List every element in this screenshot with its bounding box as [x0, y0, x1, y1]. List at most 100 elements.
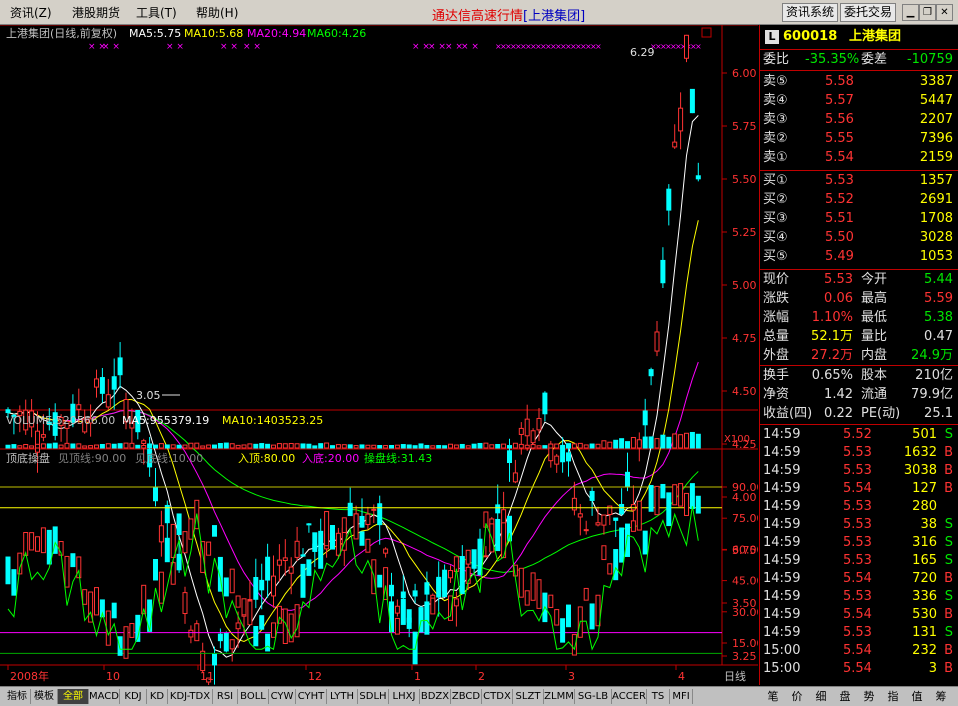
candle [459, 545, 465, 563]
quote-panel: L 600018 上港集团 委比 -35.35% 委差 -10759 卖⑤ 5.5… [759, 25, 958, 685]
ask-label: 卖② [763, 131, 788, 146]
indicator-bar [70, 553, 76, 568]
volume-bar [412, 445, 418, 449]
minimize-icon[interactable]: ▁ [902, 4, 919, 21]
indicator-tab[interactable]: ZLMM [544, 689, 575, 704]
indicator-tab[interactable]: 全部 [58, 689, 89, 704]
info-system-button[interactable]: 资讯系统 [782, 3, 838, 22]
panel-tab[interactable]: 势 [858, 689, 880, 704]
indicator-tab[interactable]: CYHT [296, 689, 327, 704]
candle [276, 544, 282, 582]
indicator-tab[interactable]: KDJ-TDX [168, 689, 213, 704]
indicator-bar [666, 492, 672, 527]
indicator-tab[interactable]: ACCER [612, 689, 647, 704]
close-icon[interactable]: ✕ [936, 4, 953, 21]
ask-row: 卖④ 5.57 5447 [763, 92, 955, 110]
panel-tab[interactable]: 价 [786, 689, 808, 704]
indicator-tab[interactable]: LYTH [327, 689, 358, 704]
date-label: 2 [478, 670, 485, 683]
panel-tab[interactable]: 值 [906, 689, 928, 704]
panel-tab[interactable]: 笔 [762, 689, 784, 704]
indicator-tab[interactable]: MACD [89, 689, 120, 704]
panel-tab[interactable]: 指 [882, 689, 904, 704]
indicator-tab-bar: 指标 模板 全部 MACD KDJ KD KDJ-TDX RSI BOLL CYW CYHT LYTH… [0, 686, 958, 706]
indicator-tab[interactable]: BOLL [238, 689, 269, 704]
menu-item-help[interactable]: 帮助(H) [196, 4, 238, 21]
tick-row: 14:59 5.53 336 S [763, 588, 955, 606]
volume-bar [335, 444, 341, 449]
volume-bar [99, 443, 105, 449]
volume-bar [341, 444, 347, 449]
panel-tab[interactable]: 细 [810, 689, 832, 704]
stat-value: 1.10% [811, 310, 853, 325]
ask-label: 卖③ [763, 112, 788, 127]
indicator-bar [46, 529, 52, 565]
stat-value: 5.38 [924, 310, 953, 325]
indicator-tab[interactable]: LHXJ [389, 689, 420, 704]
volume-bar [442, 445, 448, 449]
indicator-axis: 90.00 75.00 60.00 45.00 30.00 15.00 [722, 481, 758, 650]
tick-price: 5.54 [843, 607, 872, 622]
indicator-tab[interactable]: 模板 [31, 689, 58, 704]
kline-chart[interactable]: 上港集团(日线,前复权) MA5:5.75 MA10:5.68 MA20:4.9… [0, 25, 758, 685]
price-tick-label: 4.50 [732, 385, 757, 398]
tick-row: 15:00 5.54 232 B [763, 642, 955, 660]
indicator-tab[interactable]: SLZT [513, 689, 544, 704]
volume-bar [607, 441, 613, 449]
restore-icon[interactable]: ❐ [919, 4, 936, 21]
indicator-tab[interactable]: SDLH [358, 689, 389, 704]
menu-item-hk-futures[interactable]: 港股期货 [72, 4, 120, 21]
tick-time: 14:59 [763, 553, 801, 568]
tick-side: S [944, 427, 953, 442]
indicator-bar [607, 563, 613, 575]
fundamental-value: 79.9亿 [911, 387, 953, 402]
indicator-tick-label: 15.00 [732, 637, 758, 650]
chart-area[interactable]: 上港集团(日线,前复权) MA5:5.75 MA10:5.68 MA20:4.9… [0, 25, 758, 685]
ask-volume: 3387 [919, 74, 953, 89]
indicator-tab[interactable]: RSI [213, 689, 238, 704]
price-tick-label: 5.25 [732, 226, 757, 239]
trade-button[interactable]: 委托交易 [840, 3, 896, 22]
trade-line [7, 506, 699, 651]
indicator-tab[interactable]: SG-LB [575, 689, 612, 704]
volume-bar [164, 444, 170, 449]
indicator-tab[interactable]: KDJ [120, 689, 147, 704]
volume-bar [282, 443, 288, 449]
indicator-tab[interactable]: BDZX [420, 689, 451, 704]
indicator-bar [430, 597, 436, 615]
date-label: 12 [308, 670, 322, 683]
menu-item-tools[interactable]: 工具(T) [136, 4, 177, 21]
indicator-bar [82, 589, 88, 605]
indicator-tab[interactable]: KD [147, 689, 168, 704]
indicator-tab[interactable]: CTDX [482, 689, 513, 704]
candle [105, 378, 111, 410]
volume-bar [23, 444, 29, 449]
ask-price: 5.54 [825, 150, 854, 165]
signal-mark: × × [166, 42, 184, 52]
indicator-tab[interactable]: MFI [670, 689, 693, 704]
volume-bar [153, 444, 158, 449]
indicator-tab[interactable]: TS [647, 689, 670, 704]
volume-bars [5, 431, 701, 449]
indicator-tab[interactable]: 指标 [4, 689, 31, 704]
tick-row: 14:59 5.53 165 S [763, 552, 955, 570]
candle [99, 367, 105, 403]
volume-bar [672, 433, 678, 449]
signal-mark: × × [461, 42, 479, 52]
panel-tab[interactable]: 筹 [930, 689, 952, 704]
indicator-bar [353, 513, 359, 540]
indicator-tab[interactable]: CYW [269, 689, 296, 704]
tick-volume: 232 [912, 643, 937, 658]
candle [654, 320, 660, 357]
indicator-bar [170, 523, 176, 559]
ask-volume: 7396 [919, 131, 953, 146]
indicator-tab[interactable]: ZBCD [451, 689, 482, 704]
candle [554, 453, 560, 473]
signal-mark: × × [102, 42, 120, 52]
expand-icon[interactable] [701, 27, 712, 38]
menu-item-info[interactable]: 资讯(Z) [10, 4, 52, 21]
period-label[interactable]: 日线 [724, 669, 746, 683]
panel-tab[interactable]: 盘 [834, 689, 856, 704]
volume-bar [70, 443, 76, 449]
app-title-prefix: 通达信高速行情 [432, 9, 524, 24]
